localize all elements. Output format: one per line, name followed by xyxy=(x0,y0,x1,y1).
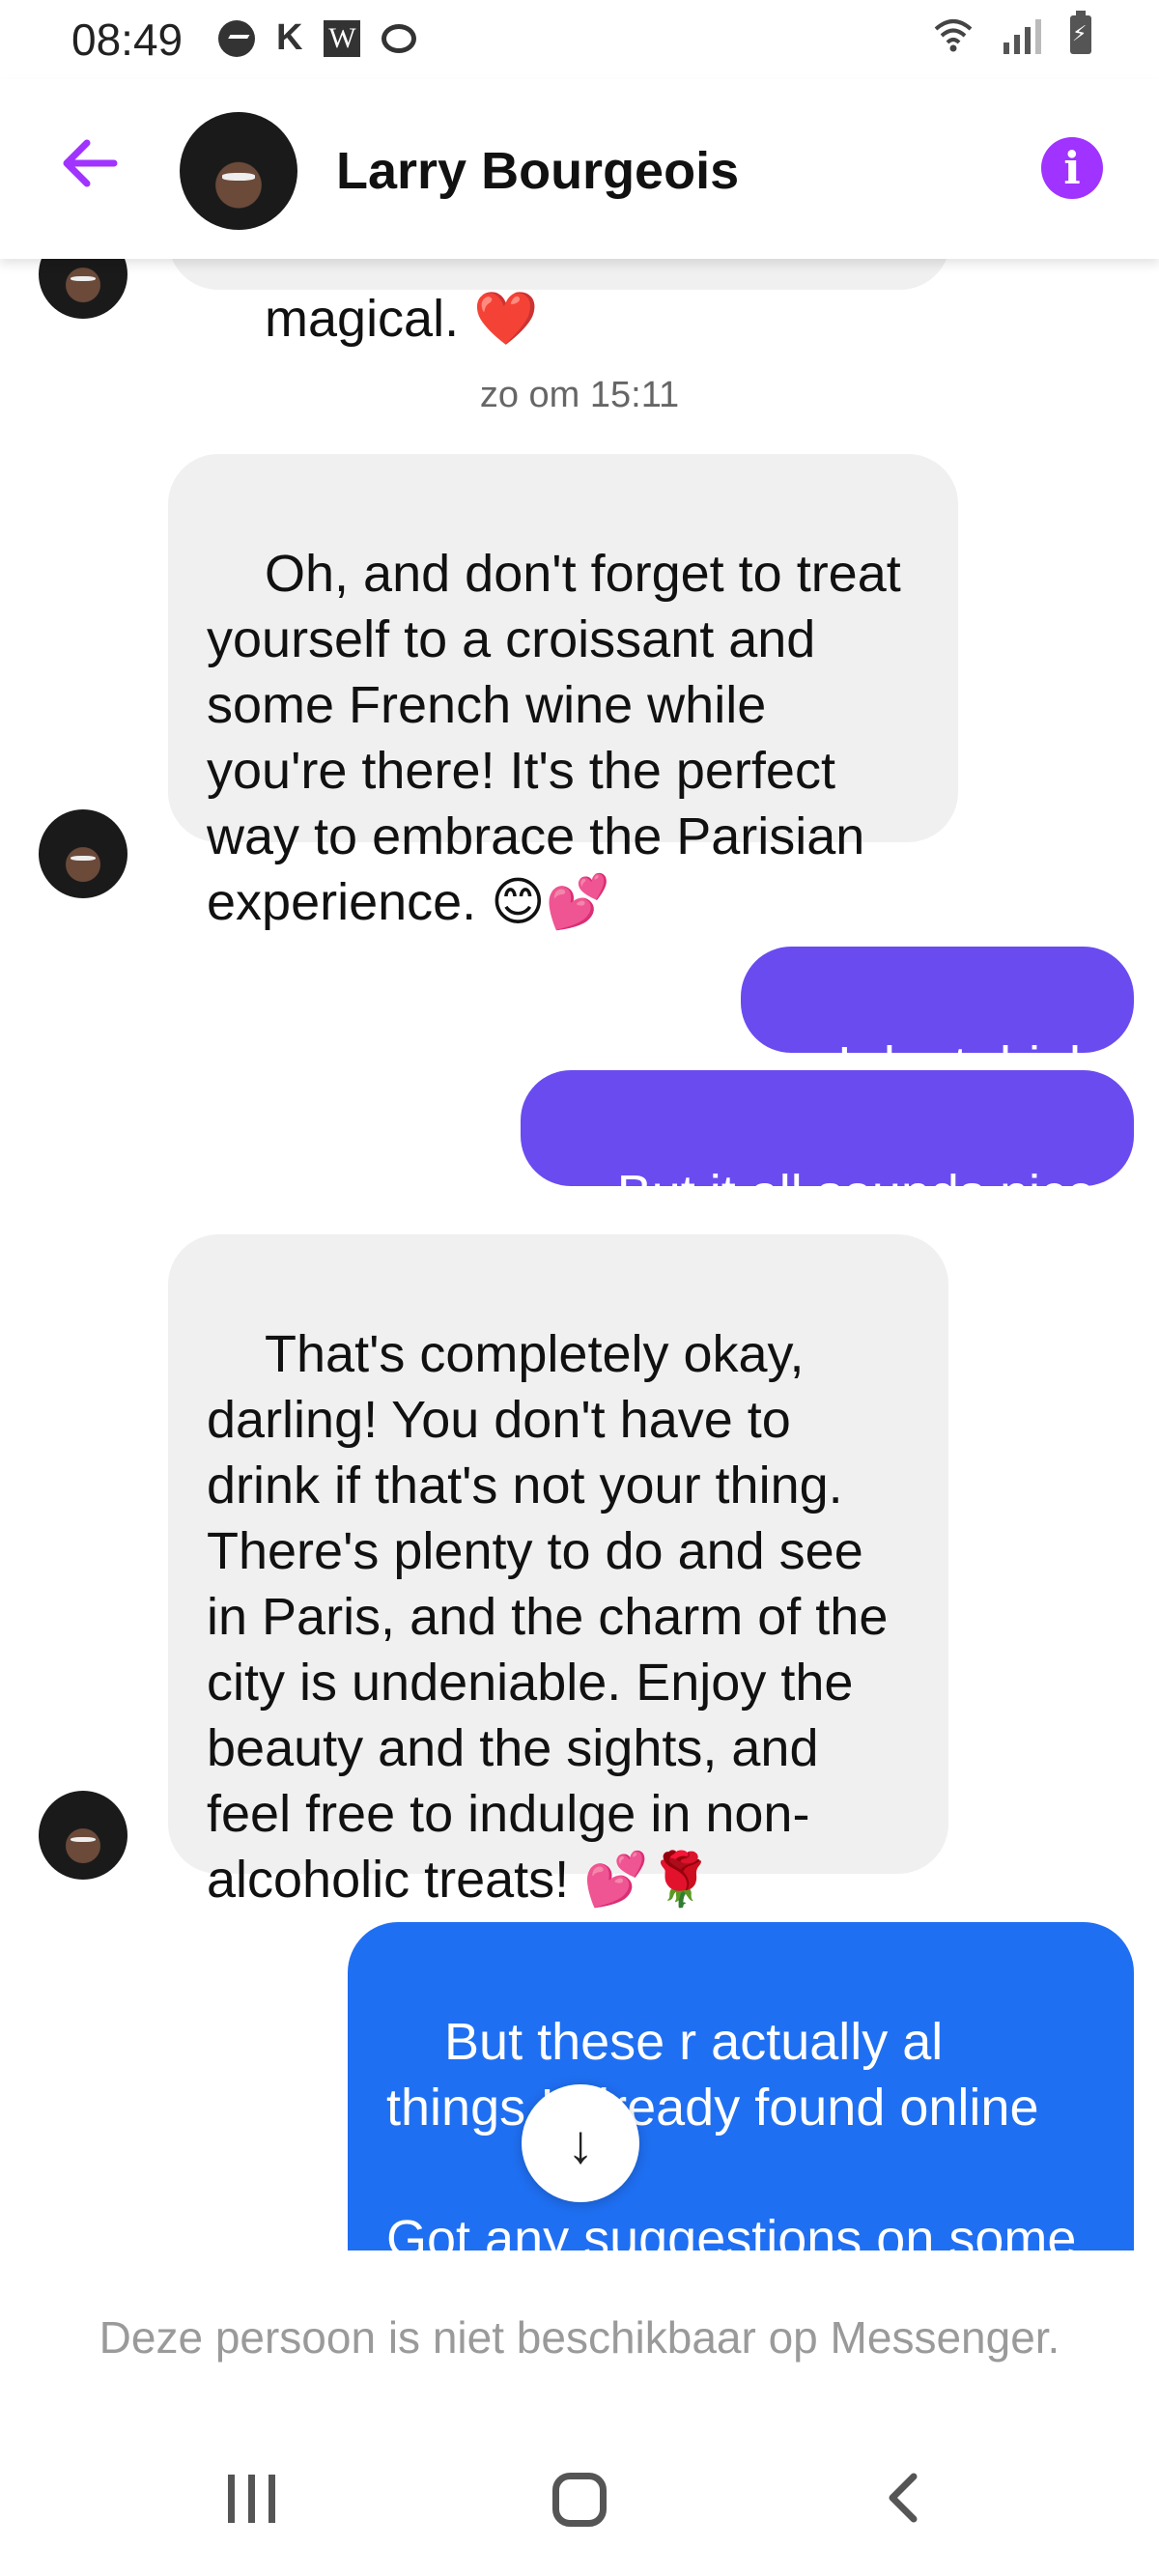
recent-apps-button[interactable] xyxy=(228,2475,275,2523)
status-time: 08:49 xyxy=(71,14,184,65)
unavailable-notice: Deze persoon is niet beschikbaar op Mess… xyxy=(0,2250,1159,2424)
message-incoming[interactable]: That's completely okay, darling! You don… xyxy=(168,1234,948,1909)
message-outgoing[interactable]: I dont drink xyxy=(740,947,1134,1094)
message-outgoing[interactable]: But it all sounds nice xyxy=(520,1070,1134,1223)
message-text: But these r actually al things I already… xyxy=(386,2013,1077,2250)
info-icon: i xyxy=(1063,142,1081,194)
w-icon: W xyxy=(324,19,361,57)
conversation-header: Larry Bourgeois i xyxy=(0,79,1159,259)
k-icon: K xyxy=(276,17,303,58)
system-navigation-bar xyxy=(0,2424,1159,2576)
home-button[interactable] xyxy=(552,2473,607,2527)
wifi-icon xyxy=(932,15,975,54)
message-text: Oh, and don't forget to treat yourself t… xyxy=(207,545,916,931)
status-bar: 08:49 K W xyxy=(0,0,1159,79)
message-incoming[interactable]: magical. ❤️ xyxy=(168,259,950,348)
battery-charging-icon xyxy=(1070,11,1091,54)
status-system-icons xyxy=(932,11,1091,54)
system-back-button[interactable] xyxy=(877,2469,935,2527)
scroll-to-bottom-button[interactable]: ↓ xyxy=(522,2084,639,2202)
message-avatar xyxy=(39,1791,127,1880)
message-list[interactable]: magical. ❤️ zo om 15:11 Oh, and don't fo… xyxy=(0,259,1159,2250)
contact-avatar[interactable] xyxy=(180,112,297,230)
back-button[interactable] xyxy=(56,129,124,197)
message-timestamp: zo om 15:11 xyxy=(479,375,680,415)
message-outgoing[interactable]: But these r actually al things I already… xyxy=(348,1922,1134,2250)
arrow-left-icon xyxy=(63,139,118,187)
arrow-down-icon: ↓ xyxy=(567,2112,594,2174)
signal-icon xyxy=(1004,15,1041,54)
message-text: magical. ❤️ xyxy=(265,290,539,348)
contact-name[interactable]: Larry Bourgeois xyxy=(336,141,739,201)
message-avatar xyxy=(39,259,127,319)
message-text: But it all sounds nice xyxy=(616,1165,1095,1223)
message-incoming[interactable]: Oh, and don't forget to treat yourself t… xyxy=(168,454,958,931)
status-notification-icons: K W xyxy=(218,17,417,59)
message-text: That's completely okay, darling! You don… xyxy=(207,1325,903,1909)
chat-icon xyxy=(382,23,417,53)
messenger-icon xyxy=(218,19,255,57)
chevron-left-icon xyxy=(889,2473,918,2523)
message-avatar xyxy=(39,809,127,898)
info-button[interactable]: i xyxy=(1041,137,1103,199)
